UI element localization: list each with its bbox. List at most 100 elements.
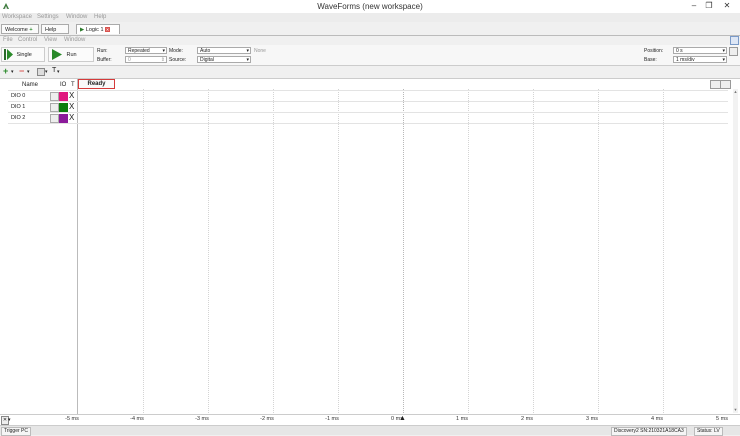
close-window-button[interactable]: ✕ bbox=[720, 1, 734, 11]
menu-instrument-window[interactable]: Window bbox=[64, 37, 85, 43]
buffer-value: 0 bbox=[128, 57, 131, 63]
run-button-label: Run bbox=[66, 52, 77, 58]
signal-edit-icon[interactable] bbox=[50, 103, 59, 112]
add-channel-icon[interactable]: + bbox=[3, 67, 8, 76]
column-io-header: IO bbox=[60, 82, 67, 88]
add-tab-icon[interactable]: + bbox=[29, 27, 32, 33]
acquisition-toolbar: Single Run Run: Repeated ▾ Buffer: 0 ⇕ Mod… bbox=[0, 45, 740, 66]
single-button[interactable]: Single bbox=[1, 47, 45, 62]
axis-tick-label: 2 ms bbox=[521, 416, 533, 422]
run-button[interactable]: Run bbox=[48, 47, 94, 62]
grid-line bbox=[338, 89, 339, 413]
chevron-down-icon: ▾ bbox=[162, 48, 165, 54]
grid-line bbox=[273, 89, 274, 413]
instrument-menu: File Control View Window bbox=[0, 36, 740, 45]
chevron-down-icon: ▾ bbox=[246, 57, 249, 63]
chevron-down-icon[interactable]: ▾ bbox=[57, 69, 60, 75]
signal-edit-icon[interactable] bbox=[50, 114, 59, 123]
vertical-scrollbar[interactable]: ▲ ▼ bbox=[733, 89, 738, 413]
menu-control[interactable]: Control bbox=[18, 37, 37, 43]
play-icon: ▶ bbox=[80, 27, 85, 33]
trigger-mode-value: Auto bbox=[200, 48, 211, 54]
chevron-down-icon[interactable]: ▾ bbox=[11, 69, 14, 75]
dock-icon[interactable] bbox=[730, 36, 739, 45]
tab-help[interactable]: Help bbox=[41, 24, 69, 34]
device-status: Status: LV bbox=[694, 427, 723, 436]
config-icon[interactable] bbox=[37, 68, 45, 76]
tab-logic-1-label: Logic 1 bbox=[85, 27, 104, 33]
trigger-setting[interactable]: X bbox=[69, 113, 74, 122]
grid-line bbox=[143, 89, 144, 413]
maximize-button[interactable]: ❐ bbox=[702, 1, 716, 11]
trigger-source-select[interactable]: Digital ▾ bbox=[197, 56, 251, 63]
axis-tick-label: 4 ms bbox=[651, 416, 663, 422]
run-mode-label: Run: bbox=[97, 48, 108, 54]
window-title: WaveForms (new workspace) bbox=[317, 2, 423, 11]
tab-bar: Welcome + Help ▶ Logic 1 ✕ bbox=[0, 22, 740, 36]
column-divider bbox=[77, 79, 78, 415]
chevron-down-icon[interactable]: ▾ bbox=[45, 69, 48, 75]
axis-tick-label: 1 ms bbox=[456, 416, 468, 422]
signal-color-swatch[interactable] bbox=[59, 103, 68, 112]
single-button-label: Single bbox=[16, 52, 32, 58]
axis-tick-label: -3 ms bbox=[195, 416, 209, 422]
chevron-down-icon: ▾ bbox=[722, 48, 725, 54]
signal-name: DIO 2 bbox=[11, 115, 26, 121]
position-select[interactable]: 0 s ▾ bbox=[673, 47, 727, 54]
trigger-setting[interactable]: X bbox=[69, 102, 74, 111]
buffer-stepper[interactable]: 0 ⇕ bbox=[125, 56, 167, 63]
trigger-mode-label: Mode: bbox=[169, 48, 183, 54]
remove-channel-icon[interactable]: − bbox=[19, 67, 24, 76]
chevron-down-icon[interactable]: ▾ bbox=[27, 69, 30, 75]
close-tab-icon[interactable]: ✕ bbox=[105, 27, 111, 32]
row-divider bbox=[8, 123, 728, 124]
menu-view[interactable]: View bbox=[44, 37, 57, 43]
base-value: 1 ms/div bbox=[676, 57, 695, 63]
base-label: Base: bbox=[644, 57, 657, 63]
axis-tick-label: -5 ms bbox=[65, 416, 79, 422]
grid-line bbox=[468, 89, 469, 413]
time-axis: ✕ ▾ -5 ms -4 ms -3 ms -2 ms -1 ms 0 ms 1 ms 2 m… bbox=[0, 414, 740, 425]
signal-color-swatch[interactable] bbox=[59, 114, 68, 123]
base-select[interactable]: 1 ms/div ▾ bbox=[673, 56, 727, 63]
stepper-icon: ⇕ bbox=[160, 57, 165, 63]
trigger-position-marker[interactable]: ▲ bbox=[399, 415, 406, 423]
row-divider bbox=[8, 90, 728, 91]
grid-line bbox=[208, 89, 209, 413]
scroll-up-icon[interactable]: ▲ bbox=[733, 89, 738, 94]
menu-file[interactable]: File bbox=[3, 37, 13, 43]
trigger-setting[interactable]: X bbox=[69, 91, 74, 100]
run-mode-select[interactable]: Repeated ▾ bbox=[125, 47, 167, 54]
scroll-down-icon[interactable]: ▼ bbox=[733, 407, 738, 412]
tab-welcome[interactable]: Welcome + bbox=[1, 24, 39, 34]
signal-row[interactable]: DIO 0 X bbox=[8, 91, 78, 102]
signal-row[interactable]: DIO 1 X bbox=[8, 102, 78, 113]
tab-logic-1[interactable]: ▶ Logic 1 ✕ bbox=[76, 24, 120, 34]
trigger-note: None bbox=[254, 48, 266, 54]
minimize-button[interactable]: – bbox=[687, 1, 701, 11]
signal-row[interactable]: DIO 2 X bbox=[8, 113, 78, 124]
trigger-pc-button[interactable]: Trigger PC bbox=[1, 427, 31, 436]
trigger-source-value: Digital bbox=[200, 57, 214, 63]
grid-line bbox=[598, 89, 599, 413]
menu-workspace[interactable]: Workspace bbox=[2, 14, 32, 20]
row-divider bbox=[8, 112, 728, 113]
plot-area[interactable]: Name IO T Ready DIO 0 X DIO 1 X DIO 2 X … bbox=[0, 78, 740, 415]
signal-color-swatch[interactable] bbox=[59, 92, 68, 101]
trigger-source-label: Source: bbox=[169, 57, 187, 63]
device-info[interactable]: Discovery2 SN:210321A18CA3 bbox=[611, 427, 687, 436]
channel-toolbar: + ▾ − ▾ ▾ T ▾ bbox=[0, 66, 740, 77]
trigger-mode-select[interactable]: Auto ▾ bbox=[197, 47, 251, 54]
axis-tick-label: -2 ms bbox=[260, 416, 274, 422]
signal-edit-icon[interactable] bbox=[50, 92, 59, 101]
chevron-down-icon[interactable]: ▾ bbox=[8, 417, 11, 423]
menu-settings[interactable]: Settings bbox=[37, 14, 59, 20]
axis-tick-label: -4 ms bbox=[130, 416, 144, 422]
menu-help[interactable]: Help bbox=[94, 14, 106, 20]
grid-line bbox=[403, 89, 404, 413]
trigger-toggle-icon[interactable]: T bbox=[52, 67, 56, 75]
settings-icon[interactable] bbox=[729, 47, 738, 56]
menu-window[interactable]: Window bbox=[66, 14, 87, 20]
grid-line bbox=[663, 89, 664, 413]
refresh-icon[interactable] bbox=[720, 80, 731, 89]
